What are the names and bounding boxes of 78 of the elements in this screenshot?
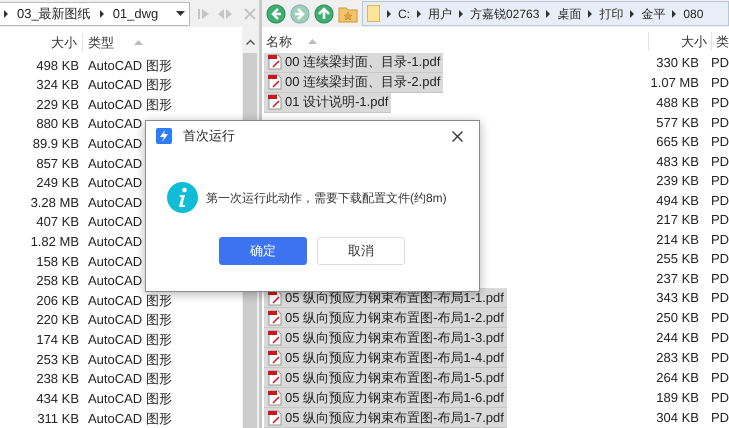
file-size: 189 KB (655, 389, 699, 408)
file-size: 498 KB (35, 56, 79, 75)
file-size: 244 KB (655, 329, 699, 348)
file-size: 880 KB (35, 115, 79, 134)
file-size: 283 KB (655, 349, 699, 368)
file-type: PD (710, 74, 729, 92)
file-type: AutoCAD (88, 272, 142, 290)
file-type: AutoCAD (88, 194, 142, 212)
file-type: AutoCAD (88, 134, 142, 153)
file-type: PD (710, 94, 729, 112)
file-size: 250 KB (655, 309, 699, 328)
file-type: PD (710, 349, 729, 368)
file-type: AutoCAD 图形 (88, 410, 172, 428)
file-size: 249 KB (35, 174, 79, 192)
file-type: AutoCAD 图形 (88, 311, 172, 330)
file-size: 238 KB (35, 370, 79, 388)
dialog-title: 首次运行 (183, 127, 235, 146)
file-size: 665 KB (655, 133, 699, 151)
file-type: AutoCAD (88, 252, 142, 271)
file-type: PD (710, 114, 729, 132)
file-type: PD (710, 54, 729, 72)
file-size: 3.28 MB (30, 194, 79, 212)
file-size: 255 KB (655, 250, 699, 268)
file-size: 1.07 MB (650, 74, 699, 92)
file-type: PD (710, 309, 729, 328)
file-type: PD (710, 211, 729, 229)
file-type: PD (710, 172, 729, 190)
file-type: AutoCAD (88, 233, 142, 252)
file-type: PD (710, 192, 729, 210)
file-size: 577 KB (655, 114, 699, 132)
file-type: AutoCAD 图形 (88, 56, 172, 75)
file-type: PD (710, 389, 729, 408)
file-type: AutoCAD (88, 174, 142, 192)
file-type: AutoCAD (88, 154, 142, 173)
file-size: 330 KB (655, 54, 699, 72)
file-size: 311 KB (36, 410, 79, 428)
file-size: 237 KB (655, 270, 699, 288)
file-type: PD (710, 250, 729, 268)
file-type: PD (710, 230, 729, 248)
file-size: 304 KB (655, 409, 699, 428)
file-type: PD (710, 152, 729, 170)
file-type: AutoCAD (88, 213, 142, 232)
file-type: PD (710, 409, 729, 428)
file-type: AutoCAD 图形 (88, 390, 172, 408)
file-size: 488 KB (655, 94, 699, 112)
file-type: PD (710, 369, 729, 388)
file-size: 407 KB (35, 213, 79, 232)
file-type: PD (710, 329, 729, 348)
file-size: 239 KB (655, 172, 699, 190)
file-type: PD (710, 289, 729, 308)
file-size: 253 KB (35, 350, 79, 369)
file-size: 494 KB (655, 192, 699, 210)
file-size: 434 KB (35, 390, 79, 408)
file-type: AutoCAD 图形 (88, 292, 172, 310)
file-size: 343 KB (655, 289, 699, 308)
file-type: AutoCAD 图形 (88, 350, 172, 369)
file-size: 229 KB (35, 96, 79, 114)
file-type: AutoCAD 图形 (88, 370, 172, 388)
file-size: 89.9 KB (32, 134, 79, 153)
file-size: 174 KB (35, 331, 79, 350)
file-size: 857 KB (35, 154, 79, 173)
file-size: 258 KB (35, 272, 79, 290)
file-size: 217 KB (655, 211, 699, 229)
file-type: AutoCAD 图形 (88, 331, 172, 350)
file-size: 158 KB (35, 252, 79, 271)
file-size: 1.82 MB (30, 233, 79, 252)
file-size: 264 KB (655, 369, 699, 388)
file-size: 483 KB (655, 152, 699, 170)
file-size: 214 KB (655, 230, 699, 248)
file-size: 206 KB (35, 292, 79, 310)
file-type: AutoCAD (88, 115, 142, 134)
file-type: AutoCAD 图形 (88, 76, 172, 94)
dialog-message: 第一次运行此动作，需要下载配置文件(约8m) (206, 190, 447, 206)
file-type: PD (710, 270, 729, 288)
file-type: AutoCAD 图形 (88, 96, 172, 114)
file-size: 220 KB (35, 311, 79, 330)
file-size: 324 KB (35, 76, 79, 94)
file-type: PD (710, 133, 729, 151)
